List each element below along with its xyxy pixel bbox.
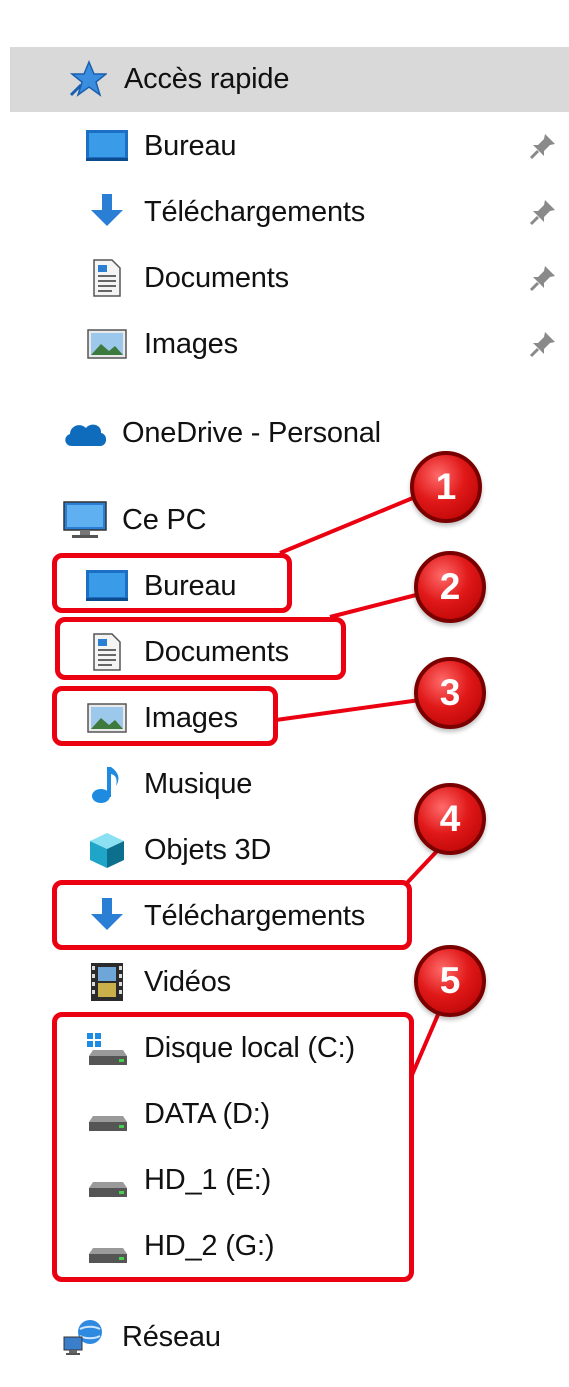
pin-icon — [529, 332, 555, 358]
nav-item-label: Réseau — [122, 1320, 221, 1353]
nav-item-label: OneDrive - Personal — [122, 416, 381, 449]
annotation-badge-1: 1 — [410, 451, 482, 523]
annotation-badge-5: 5 — [414, 945, 486, 1017]
nav-item-quick-access[interactable]: Accès rapide — [64, 48, 289, 110]
annotation-badge-3: 3 — [414, 657, 486, 729]
quick-access-item-telechargements[interactable]: Téléchargements — [84, 181, 365, 243]
desktop-icon — [84, 126, 130, 166]
nav-item-onedrive[interactable]: OneDrive - Personal — [62, 402, 381, 464]
nav-item-label: Musique — [144, 767, 253, 800]
nav-item-label: Accès rapide — [124, 62, 290, 95]
quick-access-item-images[interactable]: Images — [84, 313, 238, 375]
annotation-box-5 — [52, 1012, 414, 1282]
annotation-box-1 — [52, 553, 292, 613]
this-pc-item-videos[interactable]: Vidéos — [84, 951, 231, 1013]
navigation-pane: Accès rapide Bureau Téléchargements Docu… — [0, 0, 569, 1387]
nav-item-label: Ce PC — [122, 503, 207, 536]
download-icon — [84, 192, 130, 232]
annotation-box-3 — [52, 686, 278, 746]
onedrive-cloud-icon — [62, 413, 108, 453]
this-pc-item-musique[interactable]: Musique — [84, 753, 252, 815]
annotation-box-2 — [55, 617, 346, 680]
annotation-badge-4: 4 — [414, 783, 486, 855]
annotation-box-4 — [52, 880, 412, 950]
document-icon — [84, 258, 130, 298]
annotation-badge-2: 2 — [414, 551, 486, 623]
nav-item-label: Objets 3D — [144, 833, 272, 866]
pictures-icon — [84, 324, 130, 364]
nav-item-reseau[interactable]: Réseau — [62, 1306, 221, 1368]
pin-icon — [529, 200, 555, 226]
nav-item-label: Bureau — [144, 129, 237, 162]
nav-item-label: Images — [144, 327, 238, 360]
nav-item-label: Documents — [144, 261, 289, 294]
pin-icon — [529, 266, 555, 292]
computer-icon — [62, 500, 108, 540]
pin-icon — [529, 134, 555, 160]
this-pc-item-objets-3d[interactable]: Objets 3D — [84, 819, 271, 881]
quick-access-item-documents[interactable]: Documents — [84, 247, 289, 309]
music-note-icon — [84, 764, 130, 804]
quick-access-item-bureau[interactable]: Bureau — [84, 115, 237, 177]
nav-item-this-pc[interactable]: Ce PC — [62, 489, 207, 551]
film-icon — [84, 962, 130, 1002]
nav-item-label: Téléchargements — [144, 195, 366, 228]
cube-3d-icon — [84, 830, 130, 870]
network-icon — [62, 1317, 108, 1357]
star-pin-icon — [64, 59, 110, 99]
nav-item-label: Vidéos — [144, 965, 231, 998]
